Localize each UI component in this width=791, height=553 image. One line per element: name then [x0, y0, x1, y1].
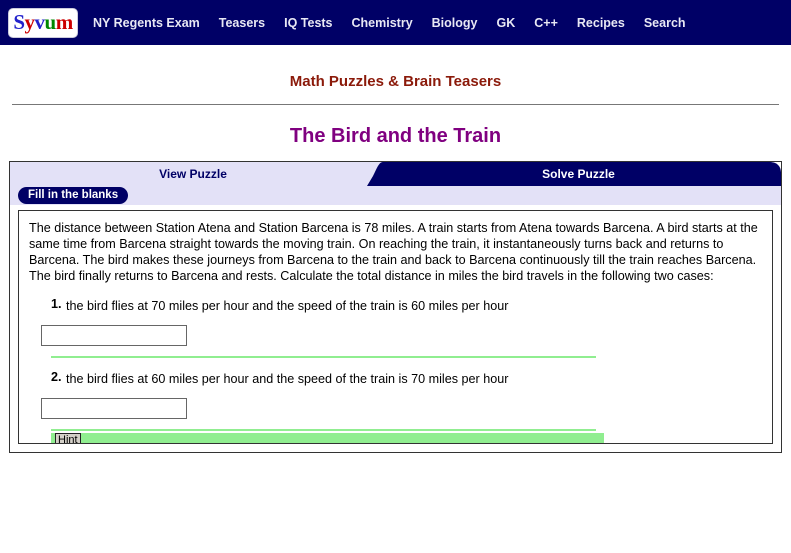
question-item-1: 1. the bird flies at 70 miles per hour a… [19, 297, 772, 315]
site-title: Math Puzzles & Brain Teasers [289, 73, 502, 90]
logo-letter-u: u [44, 10, 57, 34]
hint-row: Hint [19, 433, 772, 443]
syvum-logo-text: Syvum [13, 10, 74, 34]
question-number-1: 1. [51, 297, 62, 311]
nav-link-ny-regents-exam[interactable]: NY Regents Exam [93, 16, 200, 30]
logo-letter-y: y [24, 10, 36, 34]
question-text-2: the bird flies at 60 miles per hour and … [66, 372, 509, 386]
question-text-1: the bird flies at 70 miles per hour and … [66, 299, 509, 313]
question-number-2: 2. [51, 370, 62, 384]
top-navigation-bar: Syvum NY Regents Exam Teasers IQ Tests C… [0, 0, 791, 45]
nav-link-cpp[interactable]: C++ [534, 16, 558, 30]
status-badge: Fill in the blanks [18, 187, 129, 204]
tab-solve-puzzle[interactable]: Solve Puzzle [376, 162, 781, 186]
logo-letter-m: m [55, 10, 74, 34]
puzzle-frame: View Puzzle Solve Puzzle Fill in the bla… [9, 161, 782, 453]
logo-letter-s: S [13, 10, 25, 34]
page-title: The Bird and the Train [289, 125, 502, 147]
question-item-2: 2. the bird flies at 60 miles per hour a… [19, 370, 772, 388]
syvum-logo[interactable]: Syvum [9, 8, 77, 37]
question-spacer [19, 358, 772, 370]
answer-input-2[interactable] [41, 398, 187, 419]
logo-letter-v: v [34, 10, 46, 34]
nav-link-recipes[interactable]: Recipes [577, 16, 625, 30]
hint-highlight-band [51, 433, 604, 443]
question-divider-2 [51, 429, 596, 431]
nav-link-search[interactable]: Search [644, 16, 686, 30]
nav-link-teasers[interactable]: Teasers [219, 16, 265, 30]
tab-strip: View Puzzle Solve Puzzle [10, 162, 781, 186]
answer-input-1[interactable] [41, 325, 187, 346]
nav-link-gk[interactable]: GK [497, 16, 516, 30]
nav-link-biology[interactable]: Biology [432, 16, 478, 30]
badge-row: Fill in the blanks [10, 186, 781, 205]
tab-slant-divider [365, 162, 397, 186]
puzzle-prompt: The distance between Station Atena and S… [29, 221, 758, 283]
question-list: 1. the bird flies at 70 miles per hour a… [19, 297, 772, 443]
nav-links: NY Regents Exam Teasers IQ Tests Chemist… [93, 16, 705, 30]
tab-view-puzzle[interactable]: View Puzzle [10, 162, 376, 186]
page-header: Math Puzzles & Brain Teasers The Bird an… [0, 73, 791, 148]
header-divider [12, 104, 779, 105]
nav-link-chemistry[interactable]: Chemistry [352, 16, 413, 30]
puzzle-content-panel: The distance between Station Atena and S… [18, 210, 773, 444]
hint-button[interactable]: Hint [55, 433, 81, 443]
nav-link-iq-tests[interactable]: IQ Tests [284, 16, 332, 30]
